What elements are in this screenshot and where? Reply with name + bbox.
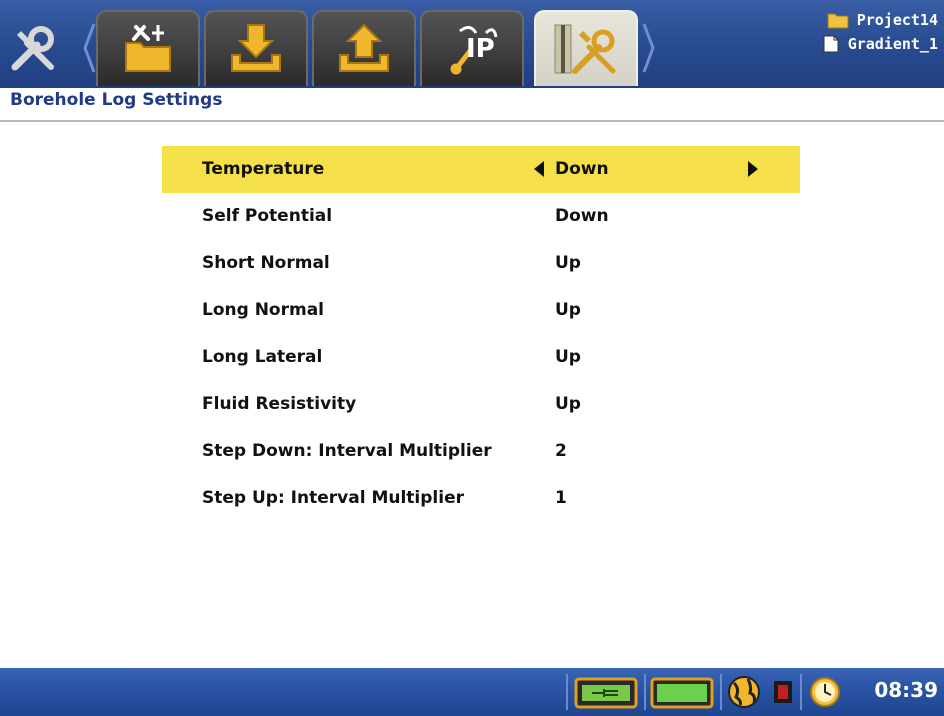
- battery-icon: [650, 677, 714, 709]
- svg-text:IP: IP: [466, 34, 495, 64]
- top-toolbar: IP Project14 Gradient_1: [0, 0, 944, 88]
- setting-value: Down: [555, 206, 609, 226]
- setting-value: Up: [555, 253, 581, 273]
- page-header: Borehole Log Settings: [0, 88, 944, 122]
- settings-list: Temperature Down Self Potential Down Sho…: [162, 146, 800, 522]
- setting-label: Step Down: Interval Multiplier: [202, 441, 492, 461]
- clock-time: 08:39: [874, 678, 938, 702]
- setting-value: 2: [555, 441, 567, 461]
- setting-row-long-normal[interactable]: Long Normal Up: [162, 287, 800, 334]
- file-name: Gradient_1: [847, 35, 938, 53]
- setting-row-self-potential[interactable]: Self Potential Down: [162, 193, 800, 240]
- setting-label: Short Normal: [202, 253, 330, 273]
- tools-button[interactable]: [2, 14, 64, 84]
- status-separator: [644, 674, 646, 710]
- setting-row-long-lateral[interactable]: Long Lateral Up: [162, 334, 800, 381]
- setting-label: Step Up: Interval Multiplier: [202, 488, 464, 508]
- tab-download[interactable]: [204, 10, 308, 86]
- setting-value: Up: [555, 300, 581, 320]
- status-separator: [566, 674, 568, 710]
- file-row: Gradient_1: [822, 32, 938, 56]
- tab-ip[interactable]: IP: [420, 10, 524, 86]
- download-icon: [231, 24, 281, 72]
- upload-icon: [339, 23, 389, 72]
- folder-icon: [827, 13, 849, 29]
- tab-project[interactable]: [96, 10, 200, 86]
- record-indicator-icon: [774, 681, 792, 703]
- project-folder-icon: [125, 25, 171, 72]
- setting-row-short-normal[interactable]: Short Normal Up: [162, 240, 800, 287]
- setting-label: Self Potential: [202, 206, 333, 226]
- scroll-right-chevron[interactable]: [642, 22, 656, 74]
- external-power-icon: [574, 677, 638, 709]
- project-row: Project14: [822, 8, 938, 32]
- setting-value: 1: [555, 488, 567, 508]
- setting-value: Up: [555, 347, 581, 367]
- setting-label: Long Lateral: [202, 347, 323, 367]
- ip-settings-icon: IP: [450, 26, 498, 75]
- wrench-screwdriver-icon: [11, 26, 54, 71]
- setting-row-fluid-resistivity[interactable]: Fluid Resistivity Up: [162, 381, 800, 428]
- status-separator: [720, 674, 722, 710]
- project-name: Project14: [856, 11, 938, 29]
- globe-icon: [728, 676, 760, 708]
- tab-borehole-settings[interactable]: [534, 10, 638, 86]
- setting-value: Down: [555, 159, 609, 179]
- setting-label: Fluid Resistivity: [202, 394, 357, 414]
- file-icon: [823, 35, 839, 53]
- setting-value: Up: [555, 394, 581, 414]
- setting-row-step-down-multiplier[interactable]: Step Down: Interval Multiplier 2: [162, 428, 800, 475]
- arrow-right-icon[interactable]: [746, 160, 760, 178]
- setting-label: Long Normal: [202, 300, 325, 320]
- setting-row-temperature[interactable]: Temperature Down: [162, 146, 800, 193]
- status-separator: [800, 674, 802, 710]
- setting-label: Temperature: [202, 159, 325, 179]
- status-bar: 08:39: [0, 668, 944, 716]
- scroll-left-chevron[interactable]: [82, 22, 96, 74]
- clock-icon: [810, 677, 840, 707]
- tab-upload[interactable]: [312, 10, 416, 86]
- setting-row-step-up-multiplier[interactable]: Step Up: Interval Multiplier 1: [162, 475, 800, 522]
- project-info: Project14 Gradient_1: [822, 8, 938, 56]
- arrow-left-icon[interactable]: [532, 160, 546, 178]
- page-title: Borehole Log Settings: [10, 90, 223, 110]
- borehole-settings-icon: [554, 24, 616, 74]
